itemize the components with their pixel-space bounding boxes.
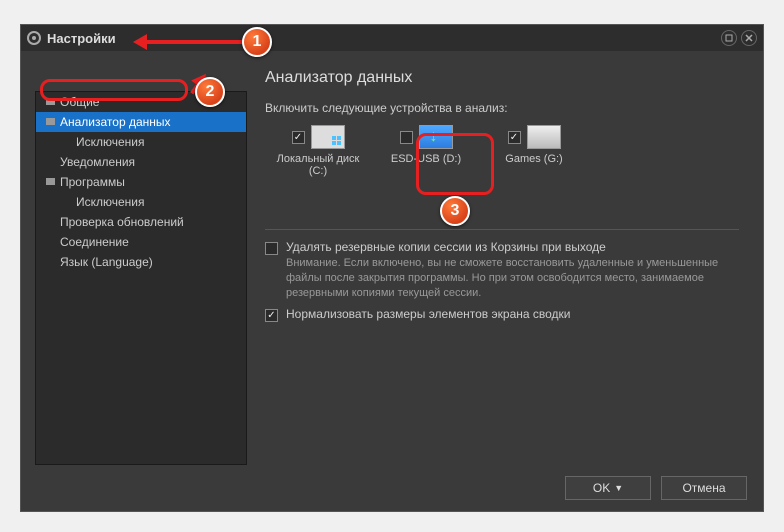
close-button[interactable]: [741, 30, 757, 46]
drive-label: Локальный диск (C:): [273, 153, 363, 177]
drive-item-2: ✓ Games (G:): [489, 125, 579, 177]
drive-checkbox-2[interactable]: ✓: [508, 131, 521, 144]
sidebar-item-3[interactable]: Уведомления: [36, 152, 246, 172]
sidebar-item-1[interactable]: Анализатор данных: [36, 112, 246, 132]
content-heading: Анализатор данных: [265, 69, 739, 87]
settings-content: Анализатор данных Включить следующие уст…: [261, 63, 749, 465]
option-normalize: ✓ Нормализовать размеры элементов экрана…: [265, 307, 739, 322]
delete-backups-checkbox[interactable]: [265, 242, 278, 255]
dialog-footer: OK ▼ Отмена: [21, 465, 763, 511]
titlebar: Настройки: [21, 25, 763, 51]
drive-label: ESD-USB (D:): [391, 153, 461, 165]
ok-button-label: OK: [593, 481, 610, 495]
app-icon: [27, 31, 41, 45]
sidebar-item-0[interactable]: Общие: [36, 92, 246, 112]
sidebar-item-6[interactable]: Проверка обновлений: [36, 212, 246, 232]
delete-backups-label: Удалять резервные копии сессии из Корзин…: [286, 240, 739, 254]
drive-checkbox-1[interactable]: [400, 131, 413, 144]
cancel-button-label: Отмена: [682, 481, 725, 495]
divider: [265, 229, 739, 230]
cancel-button[interactable]: Отмена: [661, 476, 747, 500]
drive-checkbox-0[interactable]: ✓: [292, 131, 305, 144]
sidebar-item-8[interactable]: Язык (Language): [36, 252, 246, 272]
sidebar-item-4[interactable]: Программы: [36, 172, 246, 192]
drives-list: ✓ Локальный диск (C:) ESD-USB (D:) ✓ Games (…: [265, 125, 739, 177]
drive-item-1: ESD-USB (D:): [381, 125, 471, 177]
drive-icon: [311, 125, 345, 149]
chevron-down-icon: ▼: [614, 483, 623, 493]
normalize-label: Нормализовать размеры элементов экрана с…: [286, 307, 739, 321]
window-title: Настройки: [47, 31, 116, 46]
drive-label: Games (G:): [505, 153, 562, 165]
option-delete-backups: Удалять резервные копии сессии из Корзин…: [265, 240, 739, 301]
drive-icon: [419, 125, 453, 149]
drive-item-0: ✓ Локальный диск (C:): [273, 125, 363, 177]
normalize-checkbox[interactable]: ✓: [265, 309, 278, 322]
include-devices-label: Включить следующие устройства в анализ:: [265, 101, 739, 115]
sidebar-item-7[interactable]: Соединение: [36, 232, 246, 252]
ok-button[interactable]: OK ▼: [565, 476, 651, 500]
delete-backups-note: Внимание. Если включено, вы не сможете в…: [286, 256, 739, 301]
drive-icon: [527, 125, 561, 149]
sidebar-item-2[interactable]: Исключения: [36, 132, 246, 152]
minimize-button[interactable]: [721, 30, 737, 46]
settings-sidebar: ОбщиеАнализатор данныхИсключенияУведомле…: [35, 91, 247, 465]
sidebar-item-5[interactable]: Исключения: [36, 192, 246, 212]
settings-window: Настройки ОбщиеАнализатор данныхИсключен…: [20, 24, 764, 512]
